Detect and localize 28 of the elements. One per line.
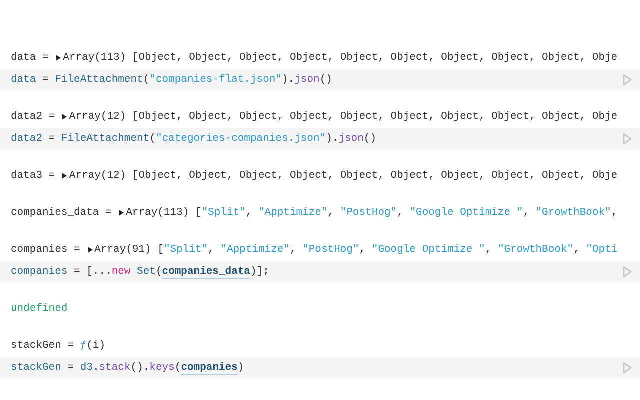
variable-name: companies_data = [11,207,113,219]
output-value: Array(12) [Object, Object, Object, Object, Object, Object, Object, Object, Object, Obje [69,170,618,182]
cell-reference-link[interactable]: companies [181,362,238,375]
code-cell[interactable]: companies = [...new Set(companies_data)]; [0,261,640,283]
output-value: ƒ(i) [80,340,106,352]
code-cell[interactable]: data = FileAttachment("companies-flat.json").json() [0,69,640,91]
code-text: data2 = FileAttachment("categories-companies.json").json() [11,133,377,145]
variable-name: companies = [11,244,82,256]
disclosure-triangle-icon[interactable] [56,55,62,61]
output-value: Array(91) ["Split", "Apptimize", "PostHog", "Google Optimize ", "GrowthBook", "Opti [94,244,618,256]
output-value: Array(113) ["Split", "Apptimize", "PostHog", "Google Optimize ", "GrowthBook", [126,207,618,219]
disclosure-triangle-icon[interactable] [62,173,68,179]
disclosure-triangle-icon[interactable] [119,210,124,216]
code-text: data = FileAttachment("companies-flat.json").json() [11,74,332,86]
cell-reference-link[interactable]: companies_data [162,266,250,279]
disclosure-triangle-icon[interactable] [88,247,93,253]
output-value: undefined [11,303,68,315]
variable-name: data3 = [11,170,56,182]
code-text: stackGen = d3.stack().keys(companies) [11,362,244,374]
output-value: Array(12) [Object, Object, Object, Object, Object, Object, Object, Object, Object, Obje [69,111,618,123]
variable-name: data = [11,52,50,64]
code-cell[interactable]: data2 = FileAttachment("categories-companies.json").json() [0,128,640,150]
variable-name: stackGen = [11,340,76,352]
code-cell[interactable]: stackGen = d3.stack().keys(companies) [0,357,640,379]
output-value: Array(113) [Object, Object, Object, Object, Object, Object, Object, Object, Object, Obje [63,52,618,64]
variable-name: data2 = [11,111,56,123]
code-text: companies = [...new Set(companies_data)]; [11,266,270,278]
disclosure-triangle-icon[interactable] [62,114,68,120]
